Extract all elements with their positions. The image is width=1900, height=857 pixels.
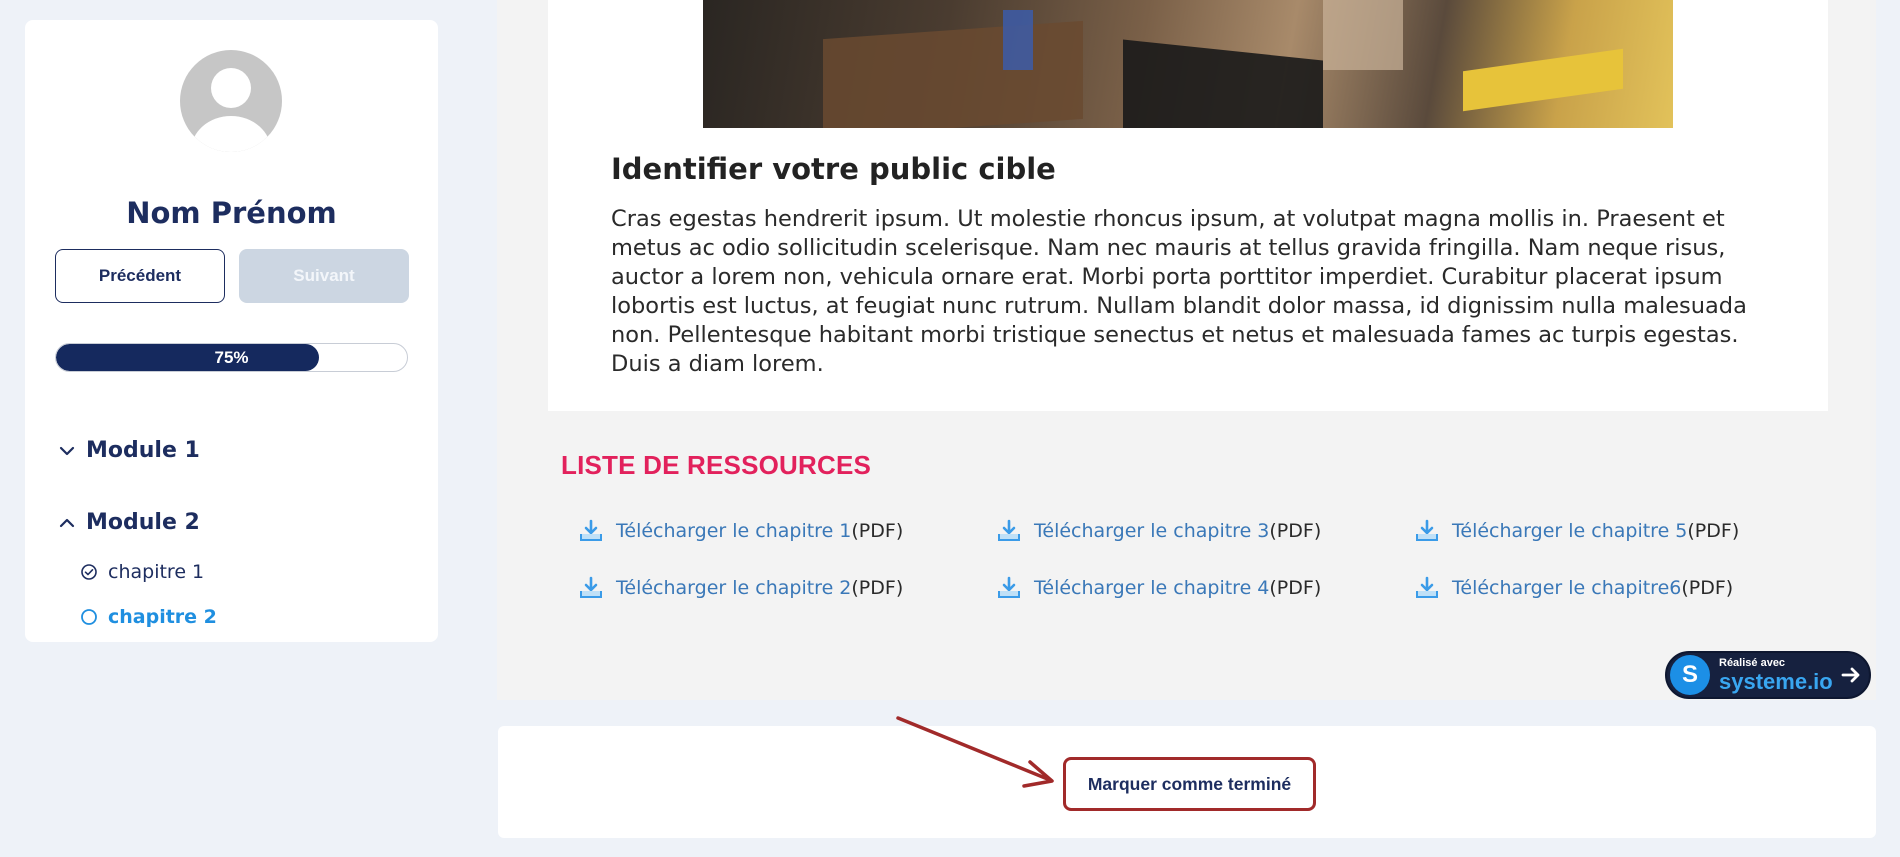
user-name: Nom Prénom (126, 196, 337, 230)
resource-suffix: (PDF) (851, 520, 904, 542)
chevron-down-icon (59, 446, 75, 455)
module-2-toggle[interactable]: Module 2 (58, 510, 200, 535)
resource-link-text: Télécharger le chapitre6 (1452, 577, 1682, 599)
avatar (180, 50, 282, 152)
circle-icon (81, 609, 97, 625)
previous-button[interactable]: Précédent (55, 249, 225, 303)
module-1-toggle[interactable]: Module 1 (58, 438, 200, 463)
download-icon (580, 519, 602, 541)
mark-complete-button[interactable]: Marquer comme terminé (1063, 757, 1316, 811)
resource-suffix: (PDF) (1269, 520, 1322, 542)
resource-link-chapitre-5[interactable]: Télécharger le chapitre 5 (PDF) (1414, 518, 1739, 544)
download-icon (1416, 519, 1438, 541)
resource-link-chapitre-6[interactable]: Télécharger le chapitre6 (PDF) (1414, 575, 1733, 601)
annotation-arrow (896, 716, 1054, 788)
badge-line-2: systeme.io (1719, 668, 1833, 694)
resource-link-chapitre-2[interactable]: Télécharger le chapitre 2 (PDF) (578, 575, 903, 601)
systeme-io-badge[interactable]: S Réalisé avec systeme.io (1665, 651, 1871, 699)
module-label: Module 2 (86, 510, 200, 535)
resource-link-text: Télécharger le chapitre 5 (1452, 520, 1688, 542)
sidebar: Nom Prénom Précédent Suivant 75% Module … (25, 20, 438, 642)
download-icon (1416, 576, 1438, 598)
resource-suffix: (PDF) (1269, 577, 1322, 599)
systeme-logo-icon: S (1670, 655, 1710, 695)
lesson-text: Cras egestas hendrerit ipsum. Ut molesti… (611, 206, 1747, 377)
download-icon (998, 576, 1020, 598)
lesson-title: Identifier votre public cible (611, 152, 1056, 186)
download-icon (580, 576, 602, 598)
chapter-label: chapitre 2 (108, 606, 217, 628)
resource-link-chapitre-1[interactable]: Télécharger le chapitre 1 (PDF) (578, 518, 903, 544)
lesson-image (703, 0, 1673, 128)
resources-title: LISTE DE RESSOURCES (561, 450, 872, 480)
resource-link-text: Télécharger le chapitre 1 (616, 520, 852, 542)
progress-bar: 75% (55, 343, 408, 372)
next-button[interactable]: Suivant (239, 249, 409, 303)
progress-label: 75% (214, 347, 249, 367)
check-circle-icon (81, 564, 97, 580)
badge-line-1: Réalisé avec (1719, 656, 1786, 669)
chevron-up-icon (59, 518, 75, 527)
resource-suffix: (PDF) (851, 577, 904, 599)
sidebar-item-chapitre-2[interactable]: chapitre 2 (80, 606, 217, 628)
resource-link-chapitre-4[interactable]: Télécharger le chapitre 4 (PDF) (996, 575, 1321, 601)
resource-link-text: Télécharger le chapitre 3 (1034, 520, 1270, 542)
resource-suffix: (PDF) (1687, 520, 1740, 542)
module-label: Module 1 (86, 438, 200, 463)
sidebar-item-chapitre-1[interactable]: chapitre 1 (80, 561, 204, 583)
resource-link-chapitre-3[interactable]: Télécharger le chapitre 3 (PDF) (996, 518, 1321, 544)
resource-suffix: (PDF) (1681, 577, 1734, 599)
resource-link-text: Télécharger le chapitre 2 (616, 577, 852, 599)
arrow-right-icon (1841, 667, 1860, 683)
download-icon (998, 519, 1020, 541)
chapter-label: chapitre 1 (108, 561, 205, 583)
resource-link-text: Télécharger le chapitre 4 (1034, 577, 1270, 599)
